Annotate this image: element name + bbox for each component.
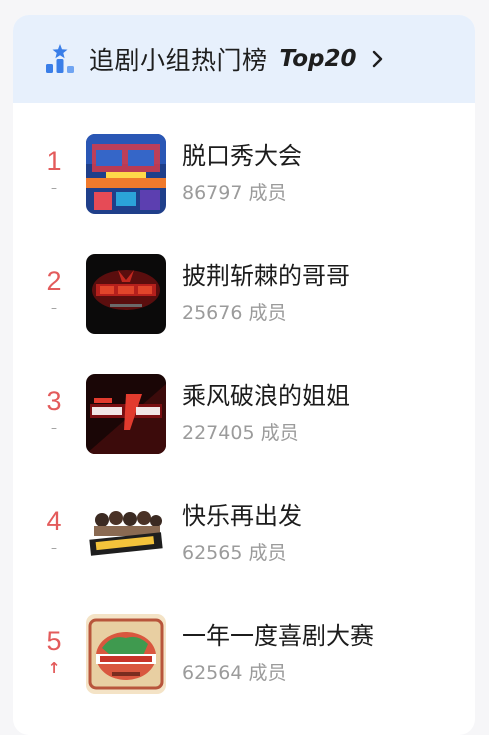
member-count: 25676 成员 [182,302,287,324]
hot-list-header[interactable]: 追剧小组热门榜 Top20 [13,15,475,103]
top-badge: Top20 [279,46,357,72]
rank-number: 2 [46,266,62,296]
bar-chart-star-icon [46,44,74,73]
trend-indicator: – [51,301,57,315]
trend-indicator: – [51,541,57,555]
group-thumbnail [86,374,166,454]
member-count: 227405 成员 [182,422,299,444]
list-item[interactable]: 1 – 脱口秀大会 86797 成员 [13,118,475,218]
rank-number: 1 [46,146,62,176]
rank-number: 5 [46,626,62,656]
trend-up-icon: ↑ [47,659,61,677]
rank-number: 4 [46,506,62,536]
group-name: 乘风破浪的姐姐 [182,382,350,410]
group-thumbnail [86,134,166,214]
member-count: 62565 成员 [182,542,287,564]
trend-indicator: – [51,421,57,435]
group-name: 披荆斩棘的哥哥 [182,262,350,290]
group-thumbnail [86,614,166,694]
group-thumbnail [86,494,166,574]
hot-list-card: 追剧小组热门榜 Top20 1 – 脱口秀大会 86797 成员 2 – 披荆斩… [13,15,475,735]
group-name: 快乐再出发 [182,502,302,530]
member-count: 62564 成员 [182,662,287,684]
list-item[interactable]: 2 – 披荆斩棘的哥哥 25676 成员 [13,238,475,338]
rank-number: 3 [46,386,62,416]
group-name: 一年一度喜剧大赛 [182,622,374,650]
group-name: 脱口秀大会 [182,142,302,170]
member-count: 86797 成员 [182,182,287,204]
chevron-right-icon[interactable] [371,49,385,69]
trend-indicator: – [51,181,57,195]
list-item[interactable]: 5 ↑ 一年一度喜剧大赛 62564 成员 [13,598,475,698]
list-item[interactable]: 4 – 快乐再出发 62565 成员 [13,478,475,578]
group-thumbnail [86,254,166,334]
list-item[interactable]: 3 – 乘风破浪的姐姐 227405 成员 [13,358,475,458]
page-title: 追剧小组热门榜 [89,46,268,75]
